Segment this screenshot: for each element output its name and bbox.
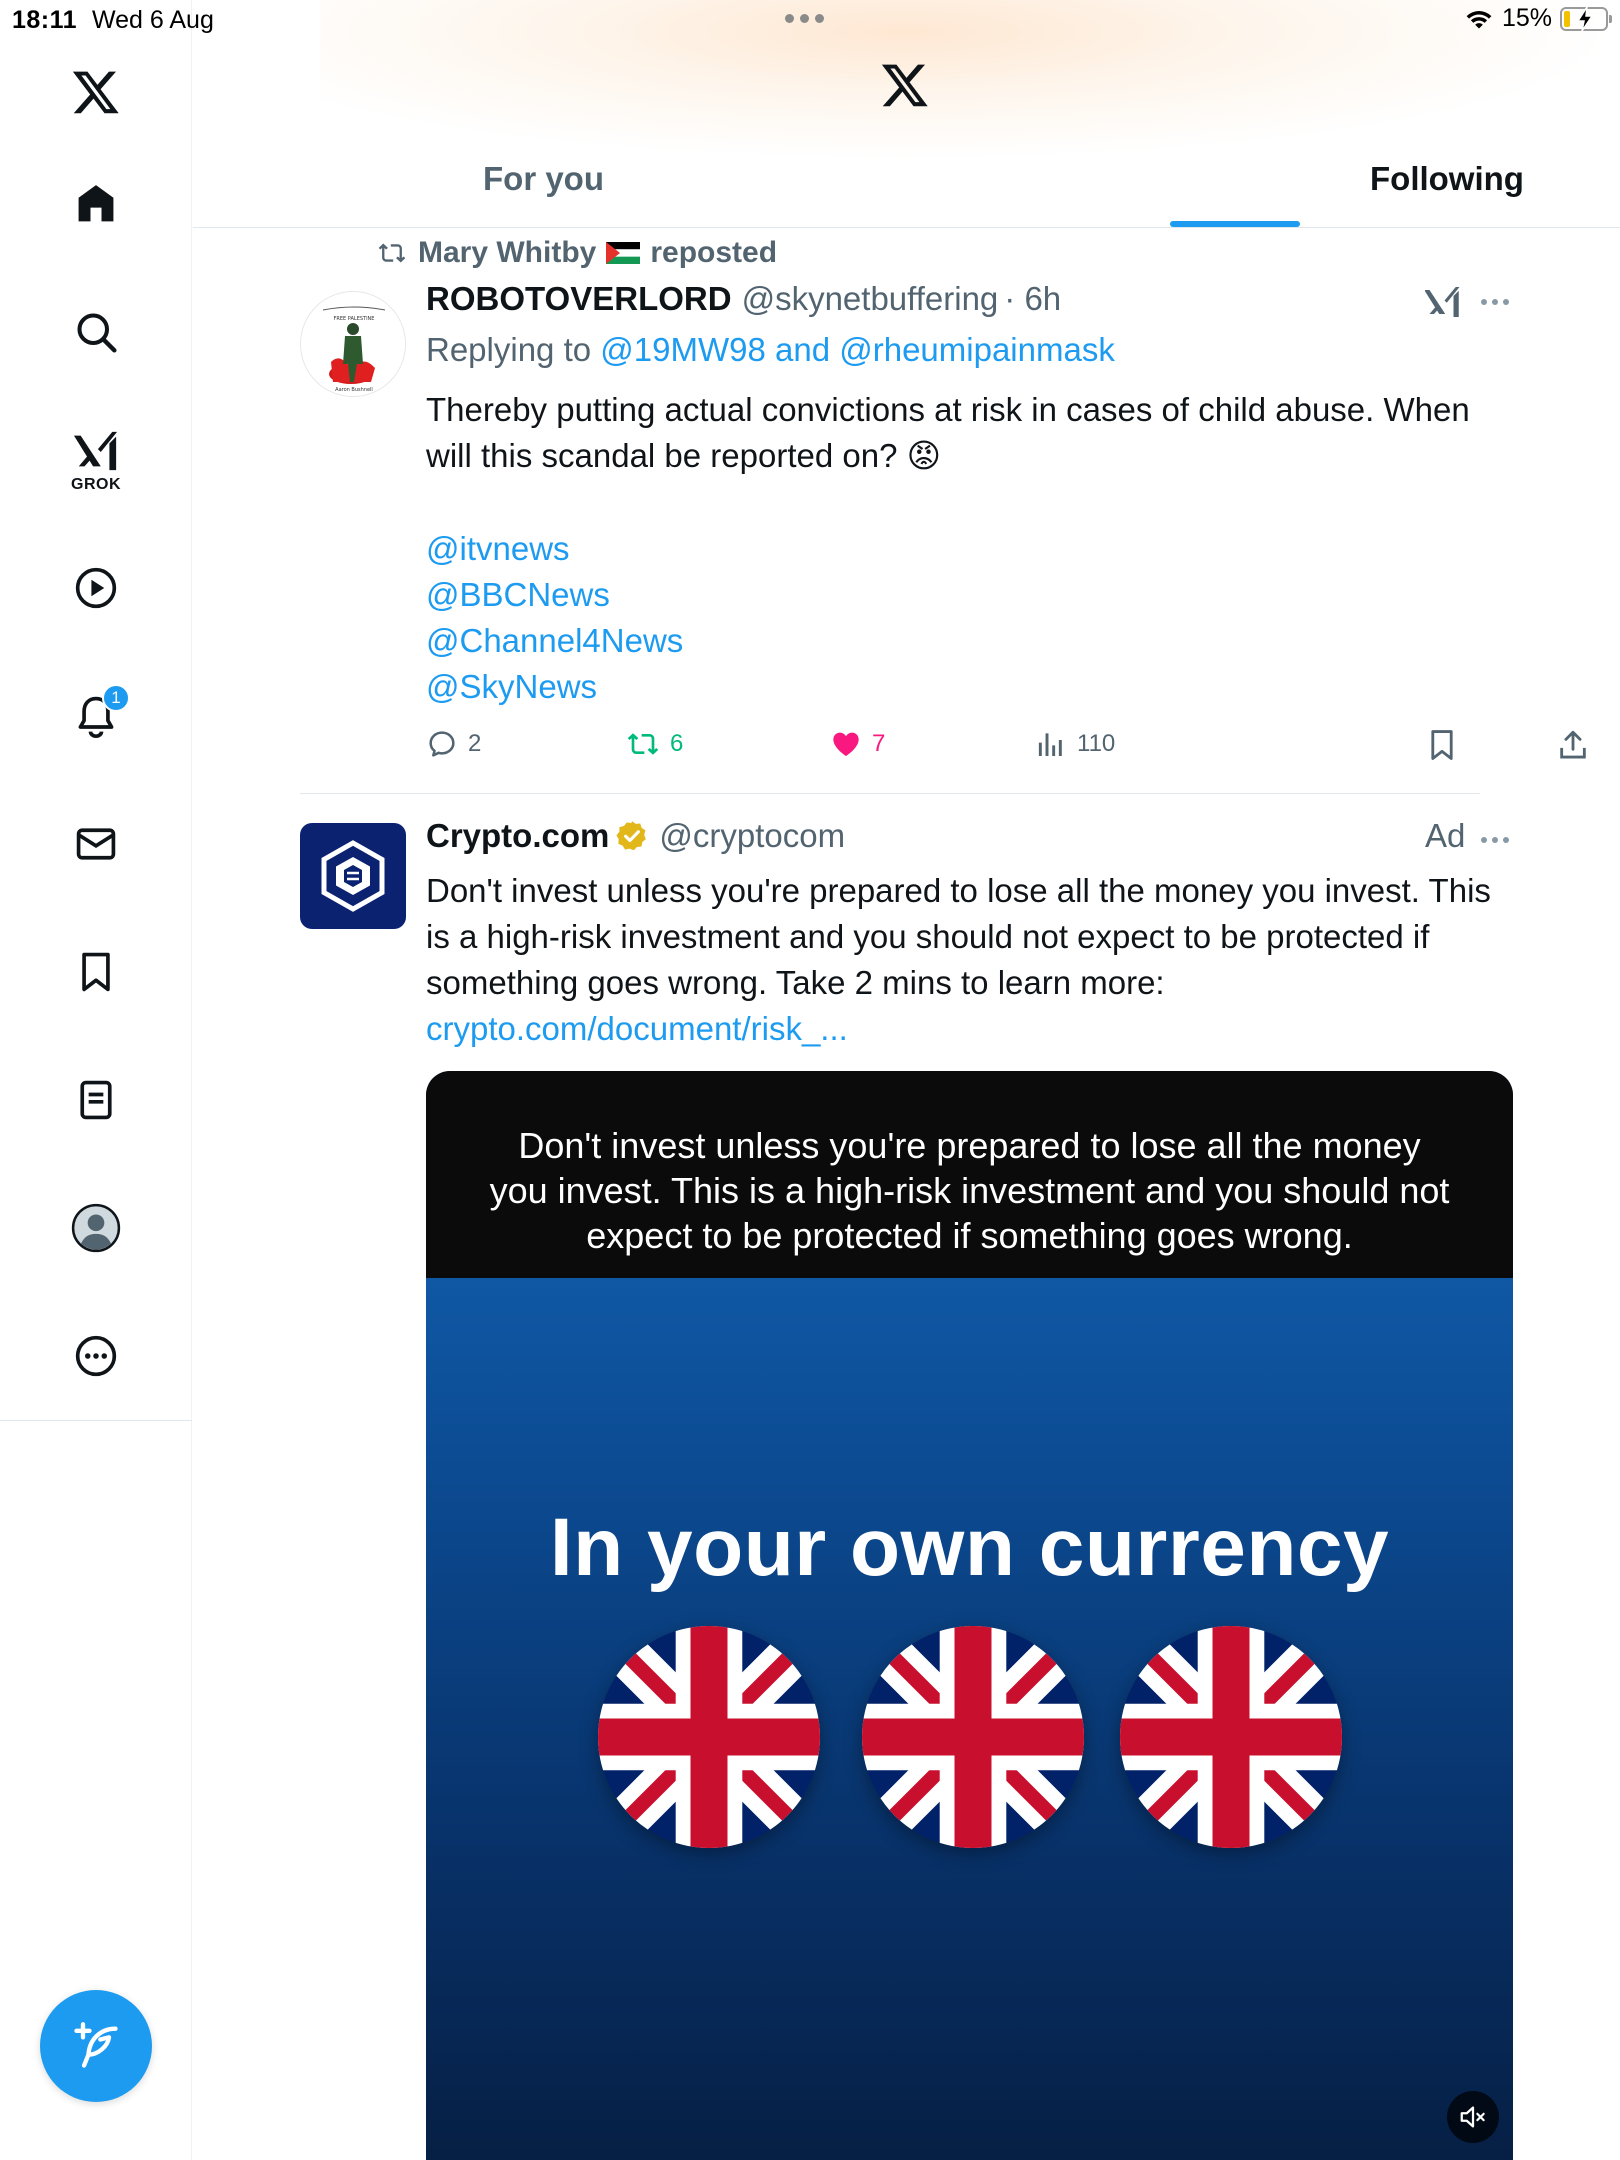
search-icon [77, 313, 117, 353]
play-icon [75, 567, 117, 609]
uk-flag-icon [862, 1626, 1084, 1848]
tweet-text: Thereby putting actual convictions at ri… [426, 391, 1470, 474]
battery-icon [1560, 6, 1612, 31]
tab-following-label: Following [1370, 160, 1524, 197]
reply-button[interactable]: 2 [426, 728, 481, 760]
x-logo-icon[interactable] [879, 60, 931, 115]
replying-to-prefix: Replying to [426, 331, 592, 368]
uk-flag-icon [598, 1626, 820, 1848]
more-options-icon[interactable] [1481, 837, 1509, 843]
video-disclaimer: Don't invest unless you're prepared to l… [426, 1071, 1513, 1278]
bookmark-icon [1431, 730, 1453, 760]
palestine-flag-icon [606, 242, 641, 264]
compose-button[interactable] [40, 1990, 152, 2102]
video-headline: In your own currency [549, 1502, 1390, 1593]
wifi-icon [1466, 10, 1492, 28]
status-indicators: 15% [1464, 4, 1612, 33]
ad-link[interactable]: crypto.com/document/risk_... [426, 1010, 848, 1047]
verified-gold-badge-icon [616, 821, 647, 851]
home-icon [78, 185, 114, 222]
avatar-icon [71, 1203, 121, 1253]
avatar[interactable] [300, 823, 406, 929]
avatar[interactable]: FREE PALESTINE Aaron Bushnell [300, 291, 406, 397]
bookmark-icon [82, 952, 110, 992]
sidebar-item-profile[interactable] [60, 1192, 132, 1264]
reposted-by-name[interactable]: Mary Whitby [418, 236, 596, 270]
author-name[interactable]: Crypto.com [426, 817, 609, 855]
notification-badge: 1 [102, 684, 130, 712]
ad-label: Ad [1425, 817, 1466, 854]
author-handle[interactable]: @cryptocom [659, 817, 845, 855]
repost-indicator: Mary Whitby reposted [376, 236, 777, 270]
sidebar-item-notifications[interactable]: 1 [60, 680, 132, 752]
repost-suffix: reposted [650, 236, 778, 269]
svg-text:FREE PALESTINE: FREE PALESTINE [334, 316, 375, 322]
uk-flag-icon [1120, 1626, 1342, 1848]
sidebar-item-bookmarks[interactable] [60, 936, 132, 1008]
heart-icon [833, 732, 859, 756]
compose-feather-icon [74, 2022, 118, 2068]
sidebar-item-search[interactable] [60, 296, 132, 368]
author-name[interactable]: ROBOTOVERLORD [426, 280, 732, 318]
more-options-icon[interactable] [1481, 299, 1509, 305]
mention-link[interactable]: @SkyNews [426, 664, 683, 710]
sidebar-item-more[interactable] [60, 1320, 132, 1392]
status-date: Wed 6 Aug [92, 6, 214, 34]
bookmark-button[interactable] [1425, 728, 1459, 762]
sidebar-item-video[interactable] [60, 552, 132, 624]
views-chart-icon [1038, 733, 1062, 756]
repost-icon [627, 733, 659, 755]
crypto-com-logo-icon [321, 840, 385, 912]
ad-video[interactable]: Don't invest unless you're prepared to l… [426, 1071, 1513, 2160]
tweet-header: ROBOTOVERLORD @skynetbuffering · 6h [426, 280, 1061, 318]
sidebar: GROK 1 [0, 0, 192, 2160]
author-handle[interactable]: @skynetbuffering [742, 280, 999, 318]
mention-link[interactable]: @BBCNews [426, 572, 683, 618]
battery-percent: 15% [1501, 4, 1552, 32]
mail-icon [76, 828, 116, 860]
mention-list: @itvnews @BBCNews @Channel4News @SkyNews [426, 526, 683, 710]
tweet-time[interactable]: · 6h [1004, 280, 1061, 318]
views-button[interactable]: 110 [1035, 728, 1115, 760]
reply-icon [429, 731, 455, 757]
list-icon [80, 1080, 112, 1120]
mention-link[interactable]: @Channel4News [426, 618, 683, 664]
mute-button[interactable] [1447, 2091, 1499, 2143]
x-logo-icon[interactable] [60, 56, 132, 128]
share-button[interactable] [1556, 728, 1590, 762]
like-count: 7 [872, 730, 886, 757]
multitasking-dots-icon[interactable] [785, 14, 824, 23]
repost-icon [378, 243, 406, 263]
status-time: 18:11 [12, 6, 78, 34]
sidebar-item-home[interactable] [60, 168, 132, 240]
mention-link[interactable]: @itvnews [426, 526, 683, 572]
tweet-header: Crypto.com @cryptocom [426, 817, 845, 855]
like-button[interactable]: 7 [830, 728, 885, 760]
view-count: 110 [1077, 730, 1116, 757]
repost-count: 6 [670, 730, 684, 757]
grok-icon[interactable] [1425, 284, 1461, 320]
tab-for-you[interactable]: For you [483, 160, 604, 228]
reply-count: 2 [468, 730, 482, 757]
grok-label: GROK [71, 476, 121, 493]
tweet-text: Don't invest unless you're prepared to l… [426, 868, 1516, 1052]
replying-to: Replying to @19MW98 and @rheumipainmask [426, 331, 1115, 369]
more-icon [75, 1335, 117, 1377]
ad-body-text: Don't invest unless you're prepared to l… [426, 872, 1491, 1001]
muted-speaker-icon [1460, 2106, 1485, 2128]
status-bar: 18:11 Wed 6 Aug 15% [0, 0, 1620, 40]
sidebar-divider [0, 1420, 192, 1421]
svg-text:Aaron Bushnell: Aaron Bushnell [335, 387, 373, 393]
replying-to-users[interactable]: @19MW98 and @rheumipainmask [600, 331, 1115, 368]
repost-button[interactable]: 6 [626, 728, 683, 760]
grok-icon [73, 431, 118, 471]
sidebar-item-messages[interactable] [60, 808, 132, 880]
sidebar-item-grok[interactable]: GROK [60, 420, 132, 502]
sidebar-item-lists[interactable] [60, 1064, 132, 1136]
tweet-divider [300, 793, 1480, 794]
share-icon [1560, 730, 1586, 759]
